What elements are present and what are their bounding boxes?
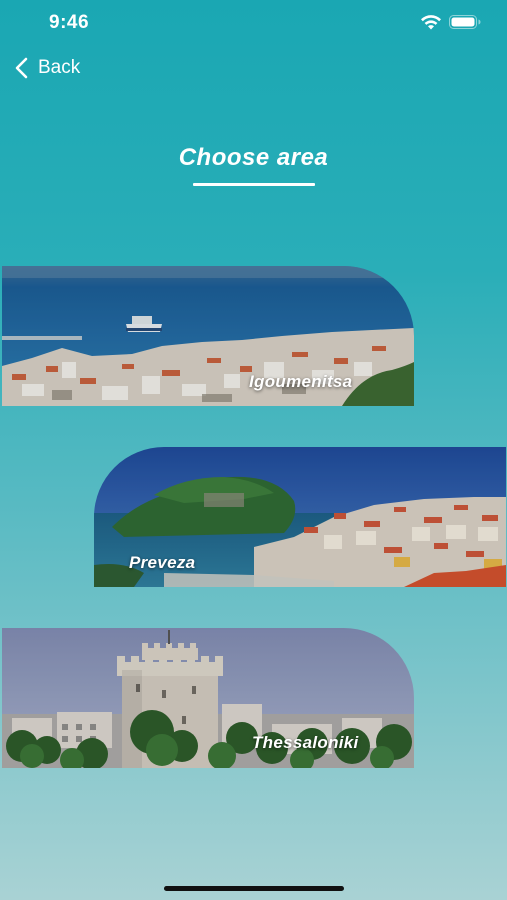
area-card-thessaloniki[interactable]: Thessaloniki <box>2 628 414 768</box>
area-card-igoumenitsa[interactable]: Igoumenitsa <box>2 266 414 406</box>
area-label-preveza: Preveza <box>129 553 196 572</box>
area-card-preveza[interactable]: Preveza <box>94 447 506 587</box>
page-title: Choose area <box>178 144 329 171</box>
wifi-icon <box>421 15 441 30</box>
battery-icon <box>449 15 481 29</box>
area-label-thessaloniki: Thessaloniki <box>252 733 359 752</box>
status-time: 9:46 <box>49 12 90 33</box>
home-indicator <box>164 886 344 891</box>
status-bar: 9:46 <box>0 0 507 46</box>
back-button[interactable]: Back <box>14 54 80 82</box>
chevron-left-icon <box>15 57 28 79</box>
back-label: Back <box>38 57 81 78</box>
title-underline <box>193 183 315 186</box>
area-label-igoumenitsa: Igoumenitsa <box>249 372 353 391</box>
